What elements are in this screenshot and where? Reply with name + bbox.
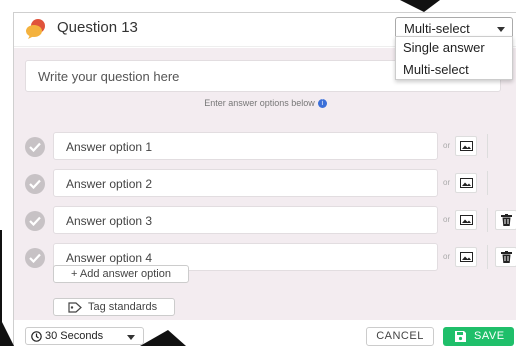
annotation-arrow: [400, 0, 440, 12]
annotation-line: [0, 230, 2, 330]
option-multi-select[interactable]: Multi-select: [396, 59, 512, 81]
annotation-arrow: [0, 318, 14, 346]
annotation-arrow: [140, 330, 186, 346]
option-single-answer[interactable]: Single answer: [396, 37, 512, 59]
question-type-dropdown: Single answer Multi-select: [395, 36, 513, 80]
